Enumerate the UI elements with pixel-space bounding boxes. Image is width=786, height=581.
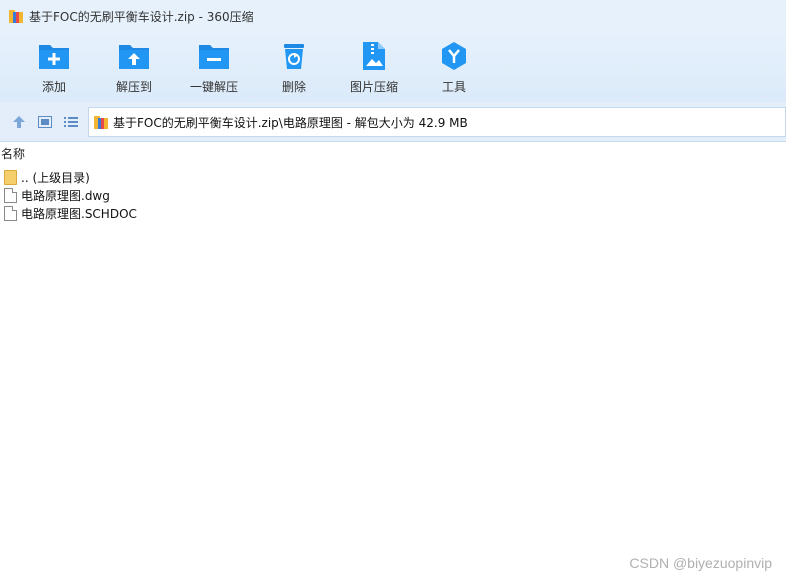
up-arrow-icon (13, 115, 25, 128)
add-button[interactable]: 添加 (14, 32, 94, 102)
tools-label: 工具 (441, 80, 466, 94)
thumbnail-view-button[interactable] (36, 113, 54, 131)
image-compress-icon (357, 40, 391, 72)
delete-label: 删除 (281, 80, 306, 94)
list-view-icon (64, 116, 78, 127)
one-click-extract-label: 一键解压 (189, 80, 238, 94)
list-item-parent-directory[interactable]: .. (上级目录) (0, 168, 786, 186)
watermark: CSDN @biyezuopinvip (629, 555, 772, 571)
address-bar: 基于FOC的无刷平衡车设计.zip\电路原理图 - 解包大小为 42.9 MB (0, 102, 786, 142)
add-label: 添加 (41, 80, 66, 94)
list-item-name: 电路原理图.dwg (21, 188, 110, 203)
name-column-header[interactable]: 名称 (1, 145, 25, 162)
one-click-extract-button[interactable]: 一键解压 (174, 32, 254, 102)
image-compress-label: 图片压缩 (349, 80, 398, 94)
window-title: 基于FOC的无刷平衡车设计.zip - 360压缩 (29, 9, 254, 24)
main-toolbar: 添加 解压到 一键解压 删除 图片压缩 工具 (0, 32, 786, 102)
delete-icon (277, 40, 311, 72)
list-item-file[interactable]: 电路原理图.SCHDOC (0, 204, 786, 222)
list-view-button[interactable] (62, 113, 80, 131)
title-bar: 基于FOC的无刷平衡车设计.zip - 360压缩 (0, 0, 786, 32)
file-icon (4, 187, 17, 203)
file-list: .. (上级目录) 电路原理图.dwg 电路原理图.SCHDOC (0, 168, 786, 222)
current-path: 基于FOC的无刷平衡车设计.zip\电路原理图 - 解包大小为 42.9 MB (113, 115, 468, 130)
zip-archive-icon (8, 8, 24, 24)
path-field[interactable]: 基于FOC的无刷平衡车设计.zip\电路原理图 - 解包大小为 42.9 MB (88, 107, 786, 137)
delete-button[interactable]: 删除 (254, 32, 334, 102)
add-icon (37, 40, 71, 72)
archive-window: 基于FOC的无刷平衡车设计.zip - 360压缩 添加 解压到 一键解压 删除… (0, 0, 786, 581)
column-header: 名称 (0, 143, 786, 163)
list-item-name: .. (上级目录) (21, 170, 90, 185)
list-item-name: 电路原理图.SCHDOC (21, 206, 137, 221)
one-click-extract-icon (197, 40, 231, 72)
extract-to-label: 解压到 (115, 80, 152, 94)
extract-to-button[interactable]: 解压到 (94, 32, 174, 102)
up-level-button[interactable] (10, 113, 28, 131)
thumbnail-view-icon (38, 115, 52, 128)
file-icon (4, 205, 17, 221)
tools-button[interactable]: 工具 (414, 32, 494, 102)
image-compress-button[interactable]: 图片压缩 (334, 32, 414, 102)
tools-icon (437, 40, 471, 72)
folder-icon (4, 169, 17, 185)
extract-to-icon (117, 40, 151, 72)
list-item-file[interactable]: 电路原理图.dwg (0, 186, 786, 204)
zip-archive-icon (93, 114, 109, 130)
